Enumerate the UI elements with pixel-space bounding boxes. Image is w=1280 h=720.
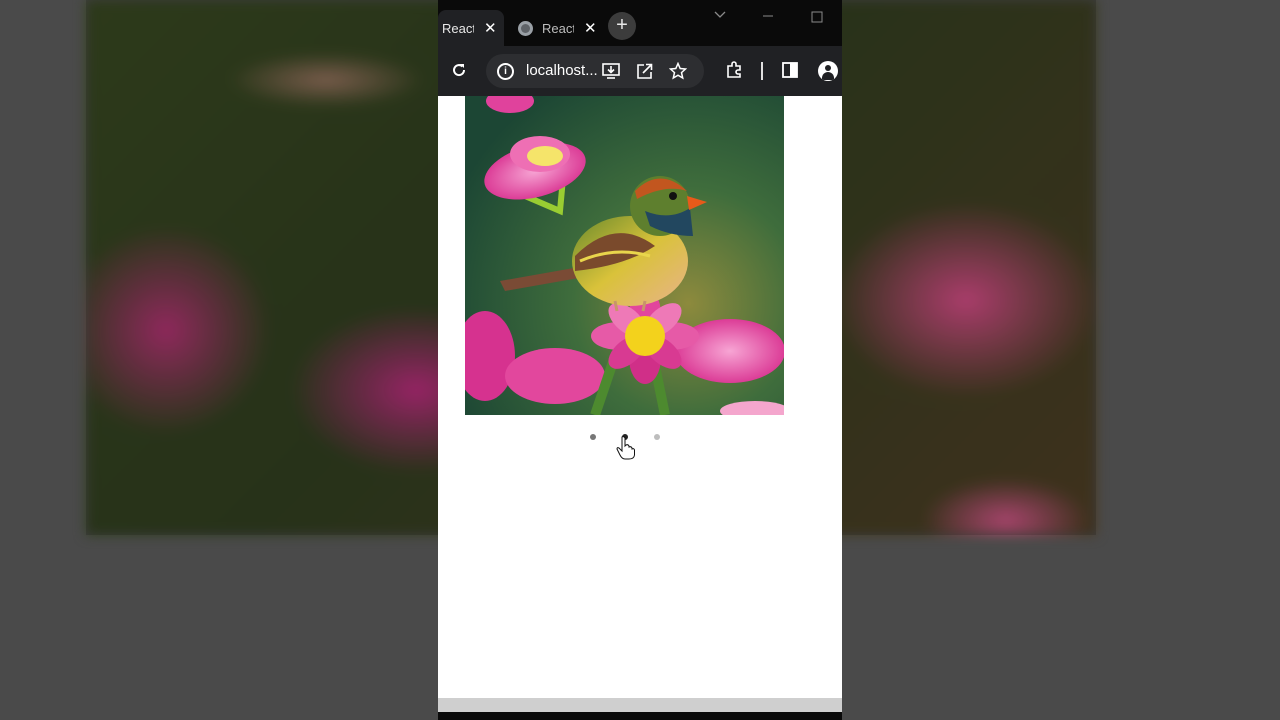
close-icon[interactable]: ✕ [484, 21, 497, 36]
install-icon[interactable] [602, 62, 620, 84]
toolbar-divider [761, 62, 763, 80]
tab-strip: React ✕ React ✕ + [438, 0, 842, 46]
globe-icon [518, 20, 533, 36]
browser-window: React ✕ React ✕ + i localhost... [438, 0, 842, 720]
page-content [438, 96, 842, 698]
profile-icon[interactable] [818, 61, 838, 81]
tab-title: React [442, 20, 474, 36]
address-bar[interactable]: i localhost... [486, 54, 704, 88]
star-icon[interactable] [668, 61, 688, 84]
tab-react-inactive[interactable]: React ✕ [512, 10, 598, 46]
carousel-dots [438, 434, 842, 444]
share-icon[interactable] [636, 62, 654, 84]
pointer-cursor-icon [616, 436, 636, 465]
extensions-icon[interactable] [725, 61, 743, 83]
browser-toolbar: i localhost... [438, 46, 842, 96]
carousel-dot-1[interactable] [590, 434, 596, 440]
bird-on-flower-image [465, 96, 784, 415]
tab-search-icon[interactable] [714, 8, 726, 22]
close-icon[interactable]: ✕ [584, 21, 597, 36]
reload-icon[interactable] [451, 62, 467, 82]
tab-react-active[interactable]: React ✕ [438, 10, 504, 46]
new-tab-button[interactable]: + [608, 12, 636, 40]
info-icon[interactable]: i [497, 63, 514, 80]
carousel-slide-image [465, 96, 784, 415]
carousel-dot-3[interactable] [654, 434, 660, 440]
window-bottom-edge [438, 712, 842, 720]
maximize-icon[interactable] [811, 11, 823, 26]
horizontal-scrollbar[interactable] [438, 698, 842, 712]
tab-title: React [542, 20, 574, 36]
url-text: localhost... [526, 62, 598, 79]
minimize-icon[interactable] [762, 6, 774, 20]
side-panel-icon[interactable] [782, 62, 798, 82]
